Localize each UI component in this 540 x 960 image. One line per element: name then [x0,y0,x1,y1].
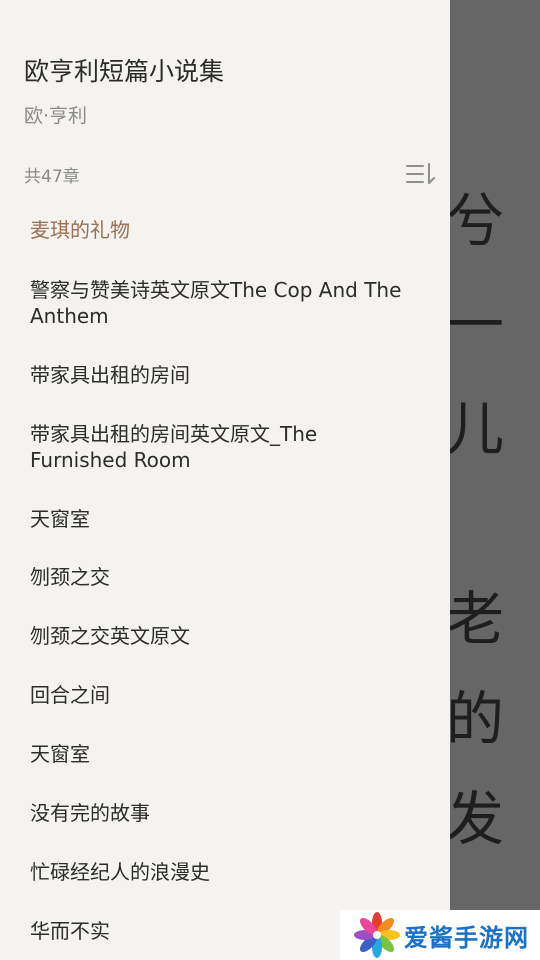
reader-text-glyph: 儿 [450,395,505,463]
watermark-text: 爱酱手游网 [404,923,529,952]
chapter-item[interactable]: 刎颈之交 [30,564,420,590]
reader-text-glyph: 的 [450,685,505,753]
table-of-contents-drawer: 欧亨利短篇小说集 欧·亨利 共47章 麦琪的礼物 警察与赞美诗英文原文The C… [0,0,450,960]
book-title: 欧亨利短篇小说集 [24,57,225,86]
chapter-item[interactable]: 带家具出租的房间 [30,362,420,388]
chapter-item[interactable]: 天窗室 [30,741,420,767]
chapter-item[interactable]: 回合之间 [30,682,420,708]
reader-text-glyph: 一 [450,291,505,359]
chapter-item[interactable]: 没有完的故事 [30,800,420,826]
pinwheel-logo-icon [354,912,400,958]
book-author: 欧·亨利 [24,105,88,127]
chapter-item[interactable]: 忙碌经纪人的浪漫史 [30,859,420,885]
chapter-item[interactable]: 警察与赞美诗英文原文The Cop And The Anthem [30,277,420,329]
sort-toggle-button[interactable] [404,160,438,188]
chapter-item[interactable]: 刎颈之交英文原文 [30,623,420,649]
chapter-item[interactable]: 天窗室 [30,506,420,532]
site-watermark: 爱酱手游网 [340,910,540,960]
sort-list-icon [406,163,435,184]
reader-page-dimmed[interactable]: 兮 一 儿 老 的 发 [450,0,540,960]
reader-text-glyph: 发 [450,785,505,853]
chapter-count: 共47章 [24,167,80,187]
chapter-item-active[interactable]: 麦琪的礼物 [30,217,420,243]
reader-text-glyph: 老 [450,585,505,653]
chapter-item[interactable]: 带家具出租的房间英文原文_The Furnished Room [30,421,420,473]
reader-text-glyph: 兮 [450,187,505,255]
